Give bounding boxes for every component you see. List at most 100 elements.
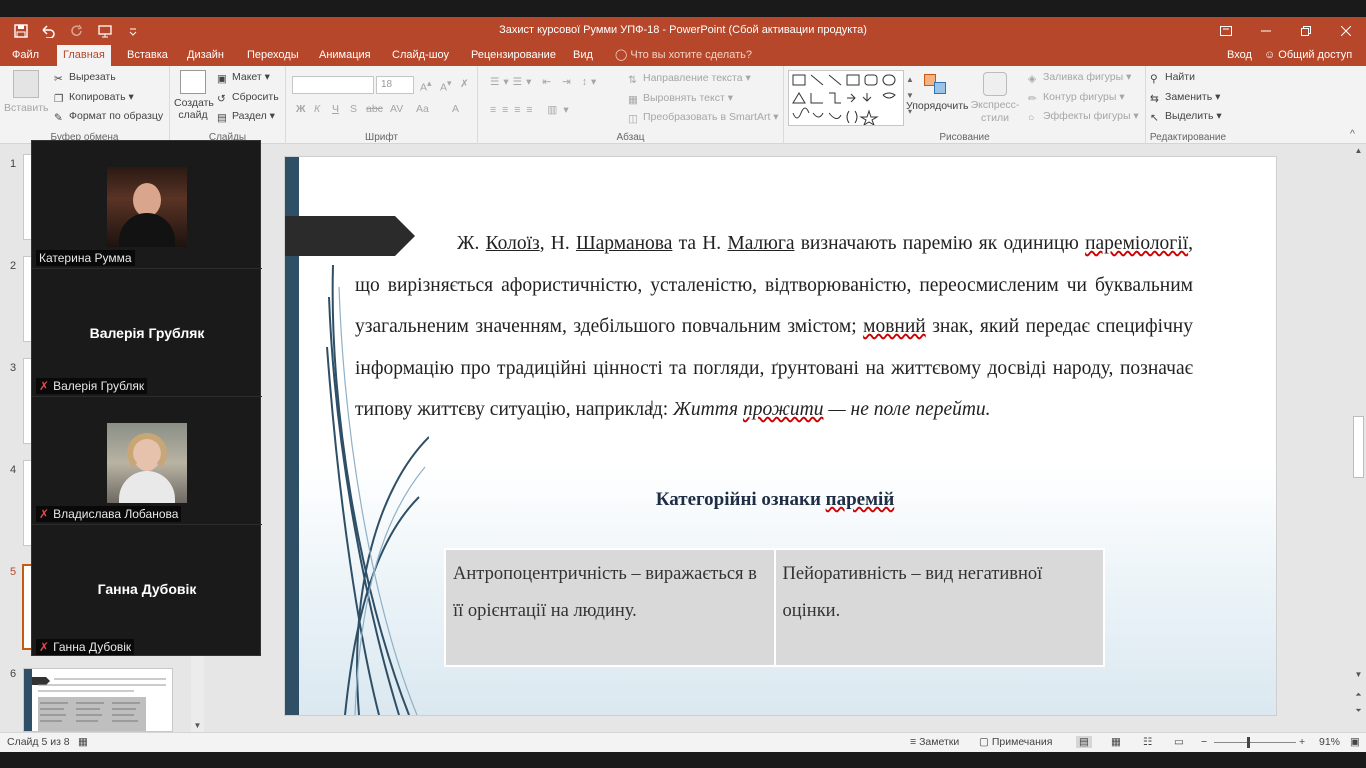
zoom-slider[interactable] <box>1214 742 1296 743</box>
find-button[interactable]: ⚲ Найти <box>1150 71 1195 85</box>
tab-transitions[interactable]: Переходы <box>241 45 305 66</box>
shapes-gallery[interactable] <box>788 70 904 127</box>
person-icon: ☺ <box>1264 49 1276 61</box>
table-cell[interactable]: Пейоративність – вид негативної оцінки. <box>773 548 1105 667</box>
tab-file[interactable]: Файл <box>6 45 45 66</box>
cut-button[interactable]: ✂ Вырезать <box>54 71 116 85</box>
clear-format-icon[interactable]: ✗ <box>460 78 469 90</box>
decrease-font-icon[interactable]: A▾ <box>440 78 451 94</box>
para-example: — не поле перейти. <box>823 399 991 420</box>
fit-slide-icon[interactable]: ▣ <box>1350 736 1360 748</box>
scroll-up-icon[interactable]: ▲ <box>1351 146 1366 158</box>
heading-spellcheck-word: паремій <box>825 489 895 510</box>
replace-button[interactable]: ⇆ Заменить ▾ <box>1150 91 1220 105</box>
accessibility-icon[interactable]: ▦ <box>78 736 88 748</box>
slide-sorter-icon[interactable]: ▦ <box>1111 736 1121 748</box>
format-painter-button[interactable]: ✎ Формат по образцу <box>54 110 163 124</box>
restore-icon[interactable] <box>1286 17 1326 45</box>
scroll-down-icon[interactable]: ▼ <box>1351 670 1366 682</box>
align-icons[interactable]: ≡≡≡≡ ▥▾ <box>490 104 575 116</box>
smartart-label: Преобразовать в SmartArt <box>643 111 771 123</box>
char-spacing-button[interactable]: AV <box>390 103 403 115</box>
normal-view-icon[interactable]: ▤ <box>1076 736 1092 748</box>
tell-me-text: Что вы хотите сделать? <box>630 49 752 61</box>
group-clipboard: Вставить ✂ Вырезать ❐ Копировать ▾ ✎ Формат… <box>0 66 170 144</box>
participant-tile[interactable]: Валерія Грубляк ✗ Валерія Грубляк <box>32 269 262 397</box>
shape-outline-button[interactable]: ✏ Контур фигуры ▾ <box>1028 91 1125 105</box>
tab-insert[interactable]: Вставка <box>121 45 174 66</box>
participant-tile[interactable]: Ганна Дубовік ✗ Ганна Дубовік <box>32 525 262 657</box>
select-button[interactable]: ↖ Выделить ▾ <box>1150 110 1222 124</box>
font-name-field[interactable] <box>292 76 374 94</box>
comments-button[interactable]: ▢ Примечания <box>979 736 1052 748</box>
slide-thumbnail-6[interactable] <box>23 668 173 732</box>
tab-view[interactable]: Вид <box>567 45 599 66</box>
slide-heading[interactable]: Категорійні ознаки паремій <box>285 489 1265 511</box>
save-icon[interactable] <box>8 21 34 41</box>
zoom-slider-thumb[interactable] <box>1247 737 1250 748</box>
current-slide[interactable]: Ж. Колоїз, Н. Шарманова та Н. Малюга виз… <box>285 157 1276 715</box>
tab-review[interactable]: Рецензирование <box>465 45 562 66</box>
shadow-button[interactable]: S <box>350 103 357 115</box>
italic-button[interactable]: К <box>314 103 320 115</box>
tell-me-box[interactable]: ◯ Что вы хотите сделать? <box>615 45 752 65</box>
new-slide-icon <box>180 70 206 94</box>
slide-table[interactable]: Антропоцентричність – виражається в її о… <box>444 548 1105 667</box>
layout-button[interactable]: ▣ Макет ▾ <box>217 71 270 85</box>
change-case-button[interactable]: Aa <box>416 103 429 115</box>
strikethrough-button[interactable]: abc <box>366 103 383 115</box>
next-slide-icon[interactable]: ⏷ <box>1351 706 1366 718</box>
zoom-in-icon[interactable]: + <box>1299 736 1305 748</box>
collapse-ribbon-icon[interactable]: ^ <box>1350 128 1355 140</box>
shape-fill-button[interactable]: ◈ Заливка фигуры ▾ <box>1028 71 1131 85</box>
slide-paragraph[interactable]: Ж. Колоїз, Н. Шарманова та Н. Малюга виз… <box>355 223 1193 431</box>
new-slide-button[interactable]: Создать слайд <box>174 70 214 121</box>
participant-tile[interactable]: Катерина Румма <box>32 141 262 269</box>
start-slideshow-icon[interactable] <box>92 21 118 41</box>
table-cell[interactable]: Антропоцентричність – виражається в її о… <box>444 548 776 667</box>
scrollbar-thumb[interactable] <box>1353 416 1364 478</box>
reset-icon: ↺ <box>217 93 226 105</box>
tab-home[interactable]: Главная <box>57 45 111 66</box>
smartart-button[interactable]: ◫ Преобразовать в SmartArt ▾ <box>628 111 779 125</box>
participant-video-avatar <box>107 423 187 503</box>
scroll-down-icon[interactable]: ▼ <box>191 721 204 730</box>
copy-button[interactable]: ❐ Копировать ▾ <box>54 91 134 105</box>
undo-icon[interactable] <box>36 21 62 41</box>
signin-link[interactable]: Вход <box>1227 45 1252 65</box>
quick-styles-button[interactable]: Экспресс- стили <box>970 70 1020 125</box>
text-direction-button[interactable]: ⇅ Направление текста ▾ <box>628 72 751 86</box>
font-color-button[interactable]: A <box>452 103 459 115</box>
tab-slideshow[interactable]: Слайд-шоу <box>386 45 455 66</box>
bullets-icon[interactable]: ☰▾☰▾ ⇤ ⇥ ↕▾ <box>490 76 600 88</box>
arrange-button[interactable]: Упорядочить <box>906 70 968 113</box>
zoom-level[interactable]: 91% <box>1319 736 1340 748</box>
reading-view-icon[interactable]: ☷ <box>1143 736 1152 748</box>
zoom-out-icon[interactable]: − <box>1201 736 1207 748</box>
increase-font-icon[interactable]: A▴ <box>420 78 431 94</box>
editor-scrollbar[interactable]: ▲ ▼ ⏶ ⏷ <box>1351 144 1366 732</box>
close-icon[interactable] <box>1326 17 1366 45</box>
notes-button[interactable]: ≡ Заметки <box>910 736 959 748</box>
cursor-icon: ↖ <box>1150 112 1159 124</box>
participant-tile[interactable]: ✗ Владислава Лобанова <box>32 397 262 525</box>
redo-icon[interactable] <box>64 21 90 41</box>
underline-button[interactable]: Ч <box>332 103 339 115</box>
ribbon-display-options-icon[interactable] <box>1206 17 1246 45</box>
prev-slide-icon[interactable]: ⏶ <box>1351 690 1366 702</box>
muted-mic-icon: ✗ <box>39 507 50 521</box>
font-size-field[interactable]: 18 <box>376 76 414 94</box>
thumbnail-preview-icon <box>24 669 166 731</box>
shape-effects-button[interactable]: ○ Эффекты фигуры ▾ <box>1028 110 1139 124</box>
section-button[interactable]: ▤ Раздел ▾ <box>217 110 275 124</box>
bold-button[interactable]: Ж <box>296 103 306 115</box>
minimize-icon[interactable] <box>1246 17 1286 45</box>
share-button[interactable]: ☺ Общий доступ <box>1264 45 1352 65</box>
paste-button[interactable]: Вставить <box>4 70 49 114</box>
tab-design[interactable]: Дизайн <box>181 45 230 66</box>
reset-button[interactable]: ↺ Сбросить <box>217 91 279 105</box>
slideshow-view-icon[interactable]: ▭ <box>1174 736 1184 748</box>
customize-qat-icon[interactable] <box>120 21 146 41</box>
align-text-button[interactable]: ▦ Выровнять текст ▾ <box>628 92 733 106</box>
tab-animations[interactable]: Анимация <box>313 45 377 66</box>
